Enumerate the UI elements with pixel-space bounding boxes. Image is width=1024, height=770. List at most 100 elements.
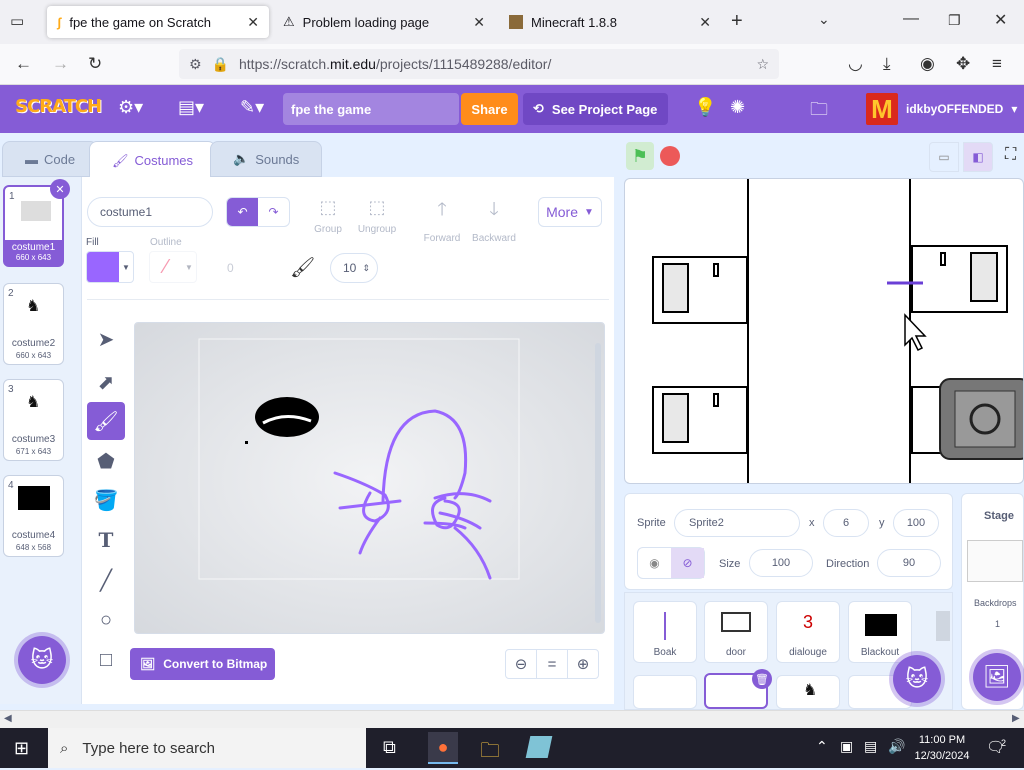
delete-costume-icon[interactable]: ✕	[50, 179, 70, 199]
direction-input[interactable]: 90	[877, 549, 941, 577]
new-tab-icon[interactable]: +	[731, 10, 743, 33]
line-tool[interactable]: ╱	[87, 561, 125, 599]
convert-to-bitmap-button[interactable]: 🖼 Convert to Bitmap	[130, 648, 275, 680]
green-flag-icon[interactable]: ⚑	[626, 142, 654, 170]
tab-code[interactable]: ▬ Code	[2, 141, 99, 177]
horizontal-scrollbar[interactable]: ◀ ▶	[0, 710, 1024, 728]
tutorials-lightbulb-icon[interactable]: 💡	[694, 97, 716, 118]
language-icon[interactable]: ▤	[864, 738, 877, 755]
fullscreen-icon[interactable]: ⛶	[1005, 146, 1016, 164]
costume-tile[interactable]: 3 ♞ costume3 671 x 643	[3, 379, 64, 461]
network-icon[interactable]: ▣	[840, 738, 853, 755]
tab-costumes[interactable]: 🖌 Costumes	[89, 141, 217, 179]
forward-arrow-icon[interactable]: →	[52, 54, 69, 74]
project-title-input[interactable]: fpe the game	[283, 93, 459, 125]
my-stuff-folder-icon[interactable]: 🗀	[810, 97, 828, 127]
more-button[interactable]: More ▼	[538, 197, 602, 227]
y-input[interactable]: 100	[893, 509, 939, 537]
choose-sprite-cat-button[interactable]: 🐱	[893, 655, 941, 703]
pocket-icon[interactable]: ◡	[848, 54, 863, 74]
minecraft-launcher-icon[interactable]	[525, 736, 553, 758]
zoom-reset-button[interactable]: =	[536, 649, 568, 679]
site-info-icon[interactable]: ⚙	[189, 56, 202, 73]
select-tool[interactable]: ➤	[87, 320, 125, 358]
choose-backdrop-button[interactable]: 🖼	[973, 653, 1021, 701]
brush-size-input[interactable]: 10 ⇕	[330, 253, 378, 283]
costume-tile[interactable]: 4 costume4 648 x 568	[3, 475, 64, 557]
tab-list-icon[interactable]: ▭	[10, 12, 24, 30]
task-view-icon[interactable]: ⧉	[383, 737, 396, 758]
eraser-tool[interactable]: ⬟	[87, 442, 125, 480]
circle-tool[interactable]: ○	[87, 601, 125, 639]
group-button[interactable]: ⬚ Group	[302, 197, 354, 235]
stage-canvas[interactable]	[624, 178, 1024, 484]
sprite-name-input[interactable]: Sprite2	[674, 509, 800, 537]
close-window-icon[interactable]: ✕	[994, 10, 1007, 30]
menu-hamburger-icon[interactable]: ≡	[992, 54, 1002, 74]
back-arrow-icon[interactable]: ←	[15, 54, 32, 74]
sprite-tile-boak[interactable]: Boak	[633, 601, 697, 663]
stop-sign-icon[interactable]	[660, 146, 680, 166]
browser-tab-scratch[interactable]: ʃ fpe the game on Scratch ✕	[47, 6, 269, 38]
close-tab-icon[interactable]: ✕	[699, 14, 711, 31]
choose-costume-cat-button[interactable]: 🐱	[18, 636, 66, 684]
fill-tool[interactable]: 🪣	[87, 481, 125, 519]
clock[interactable]: 11:00 PM 12/30/2024	[912, 732, 972, 764]
browser-tab-minecraft[interactable]: Minecraft 1.8.8 ✕	[499, 6, 721, 38]
sprite-tile-door[interactable]: door	[704, 601, 768, 663]
show-hidden-icons-chevron[interactable]: ⌃	[816, 738, 828, 755]
show-eye-icon[interactable]: ◉	[638, 548, 671, 578]
size-input[interactable]: 100	[749, 549, 813, 577]
backward-button[interactable]: 🡓 Backward	[468, 197, 520, 244]
reshape-tool[interactable]: ⬈	[87, 363, 125, 401]
x-input[interactable]: 6	[823, 509, 869, 537]
sprite-tile-empty[interactable]	[633, 675, 697, 709]
volume-icon[interactable]: 🔊	[888, 738, 905, 755]
sprite-list-scrollbar[interactable]	[936, 611, 950, 641]
forward-button[interactable]: 🡑 Forward	[416, 197, 468, 244]
reload-icon[interactable]: ↻	[88, 54, 102, 74]
sprite-tile-blackout[interactable]: Blackout	[848, 601, 912, 663]
edit-menu-icon[interactable]: ✎▾	[240, 97, 264, 118]
undo-icon[interactable]: ↶	[227, 198, 258, 226]
text-tool[interactable]: T	[87, 521, 125, 559]
sprite-tile-dialouge[interactable]: 3 dialouge	[776, 601, 840, 663]
restore-icon[interactable]: ❐	[948, 12, 961, 29]
rectangle-tool[interactable]: □	[87, 641, 125, 679]
stepper-icon[interactable]: ⇕	[362, 263, 370, 274]
fill-color-picker[interactable]: ▼	[86, 251, 134, 283]
debug-bug-icon[interactable]: ✺	[730, 97, 745, 118]
settings-gear-icon[interactable]: ⚙▾	[118, 97, 143, 118]
firefox-taskbar-icon[interactable]: ●	[428, 732, 458, 764]
account-icon[interactable]: ◉	[920, 54, 935, 74]
sprite-tile[interactable]: ♞	[776, 675, 840, 709]
downloads-icon[interactable]: ⤓	[883, 54, 891, 74]
url-bar[interactable]: ⚙ 🔒 https://scratch.mit.edu/projects/111…	[179, 49, 779, 79]
file-explorer-icon[interactable]: 🗀	[480, 736, 500, 770]
close-tab-icon[interactable]: ✕	[473, 14, 485, 31]
zoom-in-button[interactable]: ⊕	[567, 649, 599, 679]
taskbar-search[interactable]: ⌕ Type here to search	[48, 728, 366, 768]
redo-icon[interactable]: ↷	[258, 198, 289, 226]
hide-eye-icon[interactable]: ⊘	[671, 548, 704, 578]
stage-target-panel[interactable]: Stage Backdrops 1 🖼	[961, 493, 1024, 710]
costume-tile[interactable]: 2 ♞ costume2 660 x 643	[3, 283, 64, 365]
zoom-out-button[interactable]: ⊖	[505, 649, 537, 679]
canvas-scrollbar[interactable]	[595, 343, 601, 623]
scroll-right-icon[interactable]: ▶	[1012, 713, 1020, 724]
costume-name-input[interactable]: costume1	[87, 197, 213, 227]
account-menu[interactable]: M idkbyOFFENDED ▾	[866, 93, 1017, 125]
small-stage-icon[interactable]: ▭	[929, 142, 959, 172]
browser-tab-problem[interactable]: ⚠ Problem loading page ✕	[273, 6, 495, 38]
tab-sounds[interactable]: 🔈 Sounds	[210, 141, 323, 177]
notifications-icon[interactable]: 🗨2	[986, 738, 1006, 756]
share-button[interactable]: Share	[461, 93, 518, 125]
costume-tile[interactable]: 1 costume1 660 x 643 ✕	[3, 179, 70, 267]
outline-color-picker[interactable]: ⁄ ▼	[149, 251, 197, 283]
minimize-icon[interactable]: —	[903, 10, 919, 28]
bookmark-star-icon[interactable]: ☆	[756, 56, 769, 73]
ungroup-button[interactable]: ⬚ Ungroup	[351, 197, 403, 235]
outline-width-value[interactable]: 0	[227, 261, 234, 275]
canvas-drawing[interactable]	[135, 323, 605, 634]
extensions-icon[interactable]: ✥	[956, 54, 970, 74]
